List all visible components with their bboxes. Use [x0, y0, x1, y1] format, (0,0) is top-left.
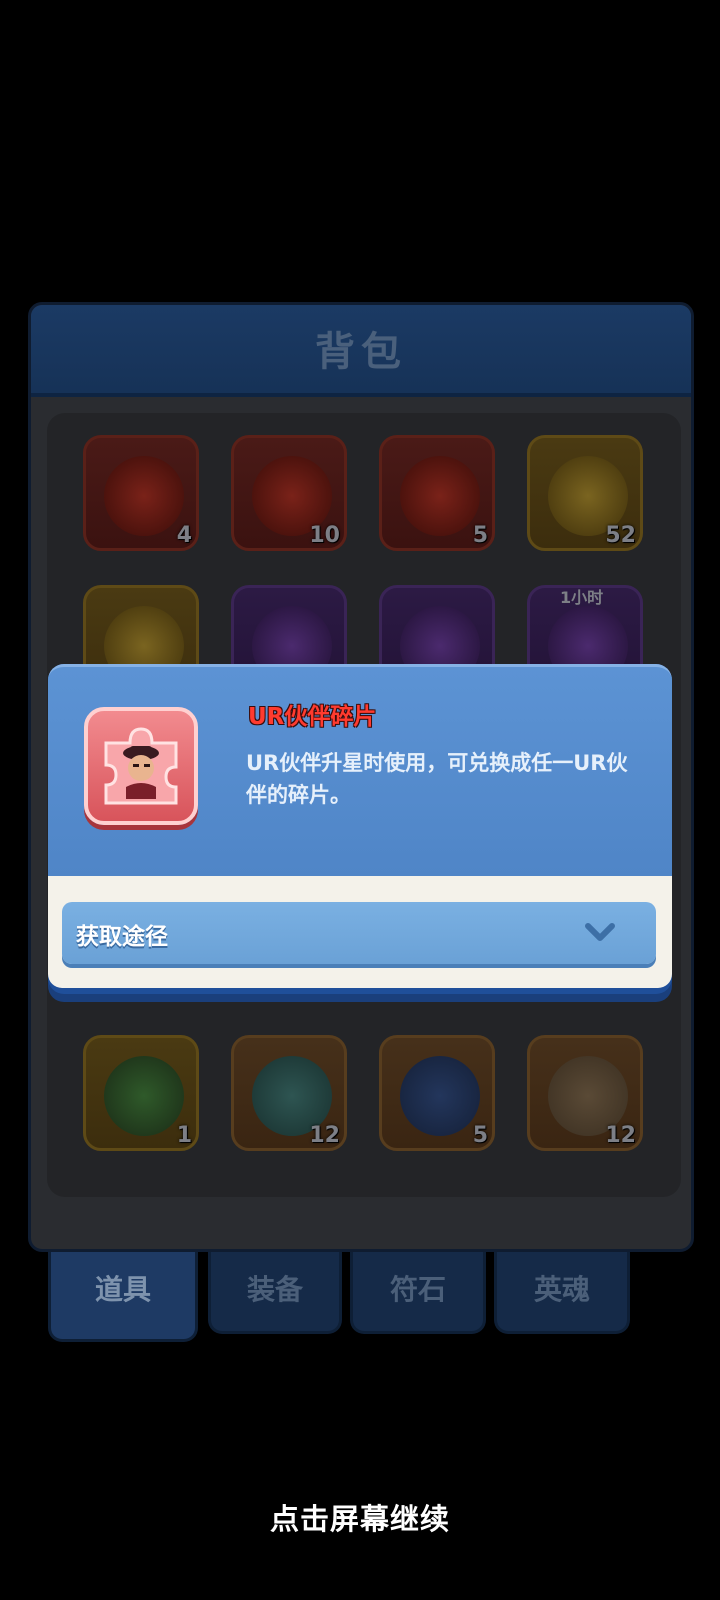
acquire-methods-label: 获取途径 — [76, 924, 168, 950]
tab-label: 装备 — [246, 1273, 303, 1306]
tab-label: 英魂 — [533, 1273, 590, 1306]
bag-item-slot[interactable]: 12 — [527, 1035, 643, 1151]
tab-runestones[interactable]: 符石 — [350, 1252, 486, 1334]
tab-items[interactable]: 道具 — [48, 1252, 198, 1342]
tap-to-continue-prompt[interactable]: 点击屏幕继续 — [0, 1496, 720, 1538]
bag-item-slot[interactable]: 12 — [231, 1035, 347, 1151]
item-count: 12 — [309, 1123, 340, 1148]
duration-tag: 1小时 — [560, 588, 604, 607]
puzzle-piece-partner-icon — [104, 727, 178, 805]
bag-item-slot[interactable]: 5 — [379, 435, 495, 551]
chevron-down-icon — [585, 923, 615, 941]
bag-header: 背包 — [31, 305, 691, 397]
tab-equipment[interactable]: 装备 — [208, 1252, 342, 1334]
bag-title: 背包 — [315, 329, 407, 375]
bag-item-slot[interactable]: 10 — [231, 435, 347, 551]
tab-label: 符石 — [389, 1273, 446, 1306]
bag-item-slot[interactable]: 4 — [83, 435, 199, 551]
item-detail-popup: UR伙伴碎片 UR伙伴升星时使用，可兑换成任一UR伙伴的碎片。 获取途径 — [48, 664, 672, 994]
item-count: 5 — [472, 523, 488, 548]
item-title: UR伙伴碎片 — [248, 704, 377, 730]
item-description: UR伙伴升星时使用，可兑换成任一UR伙伴的碎片。 — [246, 751, 628, 807]
item-count: 52 — [605, 523, 636, 548]
item-count: 12 — [605, 1123, 636, 1148]
red-orb-icon — [400, 456, 480, 536]
acquire-methods-dropdown[interactable]: 获取途径 — [62, 902, 656, 964]
popup-info-area: UR伙伴碎片 UR伙伴升星时使用，可兑换成任一UR伙伴的碎片。 — [48, 664, 672, 876]
item-frame — [84, 707, 198, 825]
bag-item-slot[interactable]: 1 — [83, 1035, 199, 1151]
anchor-icon — [400, 1056, 480, 1136]
item-count: 10 — [309, 523, 340, 548]
red-orb-icon — [104, 456, 184, 536]
tab-hero-souls[interactable]: 英魂 — [494, 1252, 630, 1334]
bag-item-slot[interactable]: 52 — [527, 435, 643, 551]
item-count: 1 — [176, 1123, 192, 1148]
tab-label: 道具 — [94, 1273, 151, 1306]
green-flame-lantern-icon — [104, 1056, 184, 1136]
bag-item-slot[interactable]: 5 — [379, 1035, 495, 1151]
item-count: 4 — [176, 523, 192, 548]
item-count: 5 — [472, 1123, 488, 1148]
